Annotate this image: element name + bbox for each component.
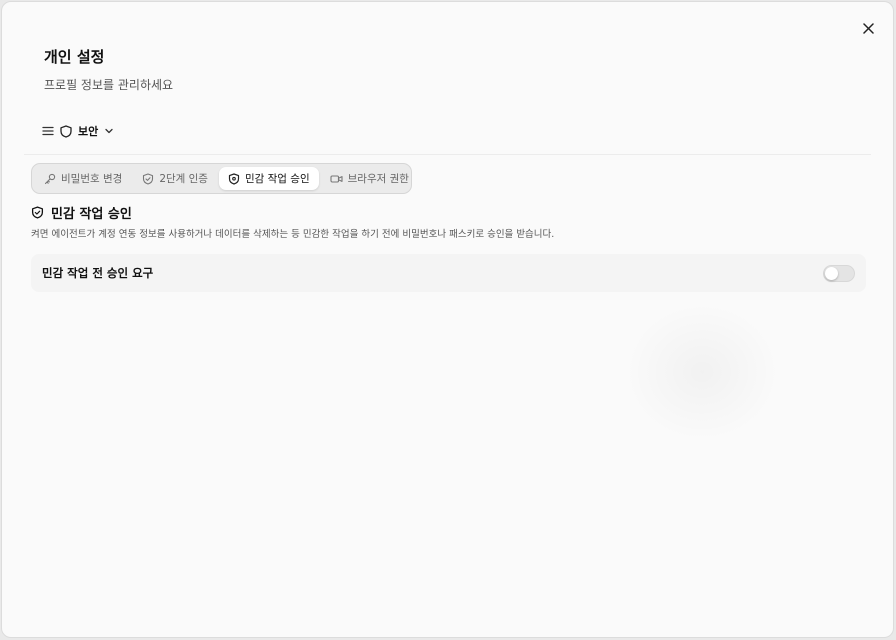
tab-label: 브라우저 권한 (347, 173, 409, 185)
shield-icon (228, 172, 240, 185)
panel-title: 민감 작업 승인 (51, 207, 132, 222)
tab-label: 민감 작업 승인 (244, 173, 310, 185)
approval-setting-row: 민감 작업 전 승인 요구 (31, 254, 866, 292)
settings-dialog: 개인 설정 프로필 정보를 관리하세요 보안 비밀번호 변경 2단계 인증 민감… (1, 1, 894, 638)
tab-browser-permissions[interactable]: 브라우저 권한 (321, 167, 418, 190)
panel-heading: 민감 작업 승인 (31, 203, 132, 222)
security-tabs: 비밀번호 변경 2단계 인증 민감 작업 승인 브라우저 권한 (31, 163, 412, 194)
toggle-knob (825, 266, 838, 280)
chevron-down-icon (105, 128, 113, 134)
tab-sensitive-approval[interactable]: 민감 작업 승인 (218, 167, 319, 190)
menu-icon (42, 126, 54, 136)
tab-label: 비밀번호 변경 (61, 173, 123, 185)
tab-label: 2단계 인증 (159, 173, 208, 185)
panel-description: 켜면 에이전트가 계정 연동 정보를 사용하거나 데이터를 삭제하는 등 민감한… (31, 229, 555, 240)
tab-password-change[interactable]: 비밀번호 변경 (35, 167, 131, 190)
page-title: 개인 설정 (44, 48, 105, 66)
section-dropdown[interactable]: 보안 (42, 122, 114, 140)
shield-check-icon (143, 172, 154, 185)
key-icon (44, 173, 56, 184)
shield-icon (31, 206, 44, 219)
close-icon (862, 22, 874, 34)
close-button[interactable] (859, 19, 877, 37)
page-subtitle: 프로필 정보를 관리하세요 (44, 78, 174, 92)
section-dropdown-label: 보안 (78, 125, 99, 138)
approval-setting-label: 민감 작업 전 승인 요구 (42, 266, 154, 280)
background-blur (624, 302, 780, 442)
tab-two-factor[interactable]: 2단계 인증 (133, 167, 217, 190)
header-divider (24, 154, 871, 155)
video-icon (330, 174, 343, 183)
approval-toggle[interactable] (823, 264, 855, 282)
shield-icon (60, 124, 72, 138)
